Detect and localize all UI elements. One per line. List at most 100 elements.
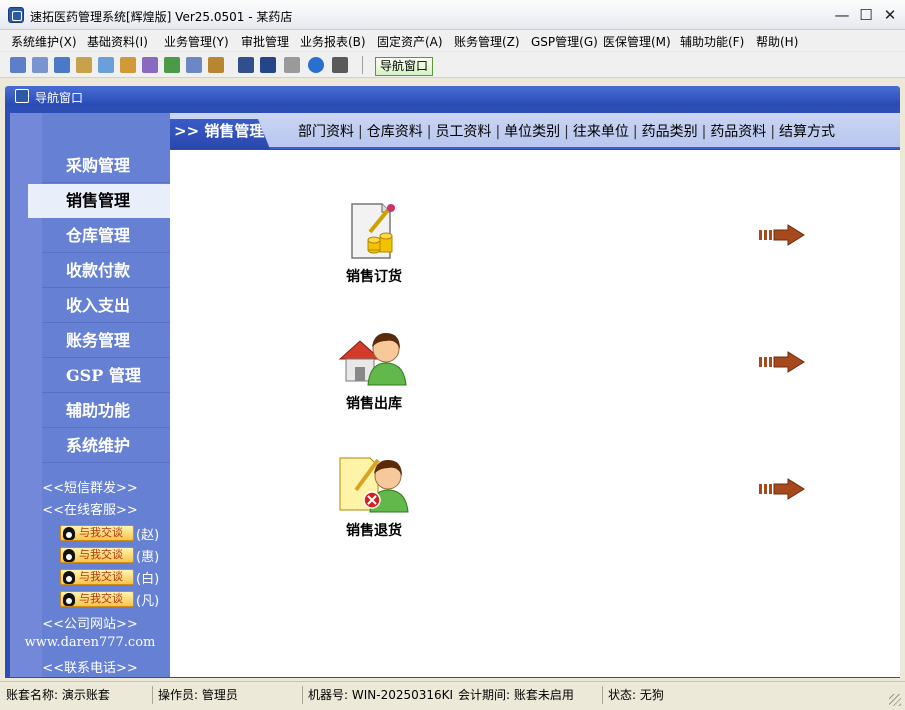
status-state: 状态: 无狗 (608, 688, 664, 702)
menu-basic-data[interactable]: 基础资料(I) (87, 33, 148, 50)
form-icon[interactable] (32, 57, 48, 73)
edit-icon[interactable] (76, 57, 92, 73)
qq-contact[interactable]: 与我交谈 (凡) (58, 589, 170, 609)
menu-gsp[interactable]: GSP管理(G) (531, 33, 598, 50)
chart-icon[interactable] (142, 57, 158, 73)
toolbar-separator (362, 56, 363, 74)
sidebar-item-purchase[interactable]: 采购管理 (42, 149, 170, 183)
online-service-link[interactable]: <<在线客服>> (10, 499, 170, 518)
qq-chat-button[interactable]: 与我交谈 (60, 591, 134, 607)
sidebar-item-accounting[interactable]: 账务管理 (42, 324, 170, 358)
sidebar-item-income-expense[interactable]: 收入支出 (42, 289, 170, 323)
qq-chat-button[interactable]: 与我交谈 (60, 547, 134, 563)
link-warehouses[interactable]: 仓库资料 (367, 124, 423, 140)
link-drugs[interactable]: 药品资料 (710, 124, 766, 140)
window-icon (15, 89, 29, 103)
website-link[interactable]: <<公司网站>> (10, 613, 170, 632)
qq-contact-name: (赵) (136, 528, 160, 543)
link-departments[interactable]: 部门资料 (298, 124, 354, 140)
qq-chat-button[interactable]: 与我交谈 (60, 525, 134, 541)
menu-approval[interactable]: 审批管理 (241, 33, 289, 50)
sales-order-item[interactable]: 销售订货 (334, 200, 414, 290)
menu-fixed-assets[interactable]: 固定资产(A) (377, 33, 443, 50)
sidebar-item-payments[interactable]: 收款付款 (42, 254, 170, 288)
exit-icon[interactable] (332, 57, 348, 73)
sidebar-item-warehouse[interactable]: 仓库管理 (42, 219, 170, 253)
phone-link[interactable]: <<联系电话>> (10, 657, 170, 676)
sales-outbound-item[interactable]: 销售出库 (334, 327, 414, 417)
grid-icon[interactable] (10, 57, 26, 73)
sales-order-arrow-icon[interactable] (758, 224, 806, 246)
sidebar-item-sales[interactable]: 销售管理 (28, 184, 170, 218)
close-button[interactable]: ✕ (880, 5, 900, 25)
link-separator: | (358, 124, 363, 140)
link-unit-categories[interactable]: 单位类别 (504, 124, 560, 140)
menu-reports[interactable]: 业务报表(B) (300, 33, 366, 50)
link-separator: | (426, 124, 432, 140)
folder-icon[interactable] (208, 57, 224, 73)
users-icon[interactable] (164, 57, 180, 73)
sales-outbound-label: 销售出库 (346, 396, 402, 412)
sidebar: 采购管理 销售管理 仓库管理 收款付款 收入支出 账务管理 GSP 管理 辅助功… (10, 113, 170, 677)
sales-return-icon (339, 457, 409, 513)
qq-contact[interactable]: 与我交谈 (惠) (58, 545, 170, 565)
minimize-button[interactable]: — (832, 5, 852, 25)
save-icon[interactable] (260, 57, 276, 73)
qq-penguin-icon (63, 571, 75, 584)
qq-contact[interactable]: 与我交谈 (白) (58, 567, 170, 587)
sales-return-arrow-icon[interactable] (758, 478, 806, 500)
sales-order-icon (351, 203, 395, 259)
status-divider (152, 686, 153, 704)
inner-window-title: 导航窗口 (35, 91, 84, 105)
qq-penguin-icon (63, 593, 75, 606)
menu-system[interactable]: 系统维护(X) (11, 33, 77, 50)
monitor-icon[interactable] (238, 57, 254, 73)
document-icon[interactable] (98, 57, 114, 73)
link-partners[interactable]: 往来单位 (573, 124, 629, 140)
link-separator: | (495, 124, 501, 140)
status-divider (602, 686, 603, 704)
window-title: 速拓医药管理系统[辉煌版] Ver25.0501 - 某药店 (30, 10, 293, 24)
window-icon[interactable] (54, 57, 70, 73)
sidebar-item-system[interactable]: 系统维护 (42, 429, 170, 463)
status-period: 会计期间: 账套未启用 (458, 688, 574, 702)
qq-contact-name: (惠) (136, 550, 160, 565)
transfer-icon[interactable] (186, 57, 202, 73)
website-url[interactable]: www.daren777.com (10, 635, 170, 650)
resize-grip-icon[interactable] (889, 694, 901, 706)
sidebar-item-gsp[interactable]: GSP 管理 (42, 359, 170, 393)
link-settlement[interactable]: 结算方式 (779, 124, 835, 140)
link-separator: | (564, 124, 569, 140)
qq-contact[interactable]: 与我交谈 (赵) (58, 523, 170, 543)
status-bar: 账套名称: 演示账套 操作员: 管理员 机器号: WIN-20250316KI … (0, 681, 905, 710)
qq-penguin-icon (63, 527, 75, 540)
menu-help[interactable]: 帮助(H) (756, 33, 798, 50)
main-content: 销售订货 销售出库 销售退货 (170, 150, 900, 677)
section-header: >> 销售管理 部门资料 | 仓库资料 | 员工资料 | 单位类别 | 往来单位 | 药品类别 | 药品… (170, 113, 900, 149)
print-icon[interactable] (284, 57, 300, 73)
link-separator: | (632, 124, 638, 140)
menu-accounting[interactable]: 账务管理(Z) (454, 33, 520, 50)
sms-link[interactable]: <<短信群发>> (10, 477, 170, 496)
report-icon[interactable] (120, 57, 136, 73)
menu-business[interactable]: 业务管理(Y) (164, 33, 229, 50)
sidebar-top-band (42, 113, 170, 149)
status-machine: 机器号: WIN-20250316KI (308, 688, 454, 702)
nav-window-button[interactable]: 导航窗口 (375, 57, 434, 76)
toolbar: 导航窗口 (0, 52, 905, 78)
qq-contact-name: (白) (136, 572, 160, 587)
qq-penguin-icon (63, 549, 75, 562)
help-icon[interactable] (308, 57, 324, 73)
link-employees[interactable]: 员工资料 (435, 124, 491, 140)
sales-outbound-arrow-icon[interactable] (758, 351, 806, 373)
sales-return-item[interactable]: 销售退货 (334, 454, 414, 544)
qq-chat-button[interactable]: 与我交谈 (60, 569, 134, 585)
sidebar-item-auxiliary[interactable]: 辅助功能 (42, 394, 170, 428)
menu-auxiliary[interactable]: 辅助功能(F) (680, 33, 744, 50)
menu-bar: 系统维护(X) 基础资料(I) 业务管理(Y) 审批管理 业务报表(B) 固定资… (0, 30, 905, 51)
link-drug-categories[interactable]: 药品类别 (642, 124, 698, 140)
maximize-button[interactable]: ☐ (856, 5, 876, 25)
link-separator: | (770, 124, 776, 140)
menu-medical-insurance[interactable]: 医保管理(M) (603, 33, 671, 50)
inner-window-title-bar: 导航窗口 (5, 86, 900, 106)
